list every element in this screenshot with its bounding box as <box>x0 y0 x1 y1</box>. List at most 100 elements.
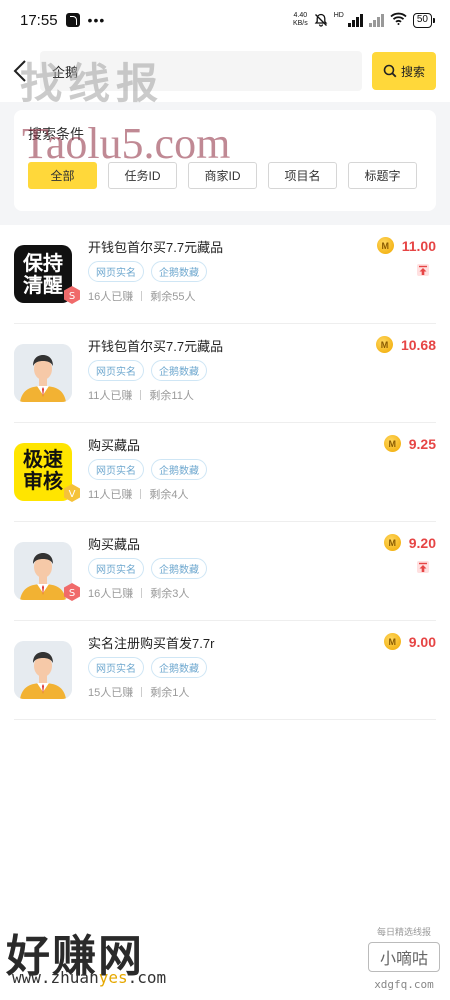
tag-real-name: 网页实名 <box>88 459 144 480</box>
search-header: 搜索 <box>0 40 450 102</box>
status-right: 4.40 KB/s HD 50 <box>293 12 436 29</box>
task-stats: 11人已赚 剩余11人 <box>88 387 436 403</box>
task-thumbnail-avatar <box>14 344 72 402</box>
task-remaining: 剩余55人 <box>150 291 196 303</box>
tiktok-icon <box>65 13 80 27</box>
task-stats: 11人已赚 剩余4人 <box>88 486 436 502</box>
stats-divider <box>141 687 143 697</box>
wm-url-mid: yes <box>98 968 128 987</box>
status-time: 17:55 <box>20 11 58 29</box>
badge-s-icon: S <box>62 285 82 305</box>
task-item[interactable]: 实名注册购买首发7.7r 网页实名 企鹅数藏 15人已赚 剩余1人 M 9.00 <box>14 621 436 720</box>
thumb-text-line1: 极速 <box>23 447 63 471</box>
pin-top-icon <box>416 560 430 574</box>
back-button[interactable] <box>10 56 30 86</box>
filter-chip-merchant-id[interactable]: 商家ID <box>188 162 257 189</box>
task-item[interactable]: 保持 清醒 开钱包首尔买7.7元藏品 网页实名 企鹅数藏 16人已赚 剩余55人… <box>14 225 436 324</box>
filter-chip-project-name[interactable]: 项目名 <box>268 162 337 189</box>
watermark-haozhuan: 好赚网 <box>6 932 144 981</box>
price-value: 9.25 <box>408 435 436 452</box>
coin-icon: M <box>383 435 401 452</box>
stats-divider <box>140 390 142 400</box>
task-tags: 网页实名 企鹅数藏 <box>88 459 436 480</box>
coin-icon: M <box>375 336 393 353</box>
search-input-wrap[interactable] <box>40 51 362 91</box>
task-item[interactable]: 购买藏品 网页实名 企鹅数藏 16人已赚 剩余3人 M 9.20 S <box>14 522 436 621</box>
watermark-xiaodigu: 每日精选线报 小嘀咕 xdgfq.com <box>368 925 440 991</box>
filter-chip-task-id[interactable]: 任务ID <box>108 162 177 189</box>
tag-penguin-collection: 企鹅数藏 <box>151 360 207 381</box>
task-list: 保持 清醒 开钱包首尔买7.7元藏品 网页实名 企鹅数藏 16人已赚 剩余55人… <box>0 225 450 720</box>
task-price: M 11.00 <box>376 237 436 254</box>
net-speed-value: 4.40 <box>293 12 308 19</box>
filter-chip-title-keyword[interactable]: 标题字 <box>348 162 417 189</box>
wm-dgfq-top: 每日精选线报 <box>376 927 431 937</box>
filter-chips: 全部 任务ID 商家ID 项目名 标题字 <box>28 162 422 189</box>
task-price: M 9.20 <box>383 534 436 551</box>
person-avatar-icon <box>14 641 72 699</box>
task-stats: 16人已赚 剩余3人 <box>88 585 436 601</box>
task-tags: 网页实名 企鹅数藏 <box>88 558 436 579</box>
task-tags: 网页实名 企鹅数藏 <box>88 261 436 282</box>
task-remaining: 剩余3人 <box>150 588 190 600</box>
tag-real-name: 网页实名 <box>88 261 144 282</box>
task-remaining: 剩余4人 <box>149 489 189 501</box>
task-item[interactable]: 开钱包首尔买7.7元藏品 网页实名 企鹅数藏 11人已赚 剩余11人 M 10.… <box>14 324 436 423</box>
search-input[interactable] <box>52 63 350 79</box>
watermark-zhuanyes-url: www.zhuanyes.com <box>12 968 166 987</box>
task-earned: 16人已赚 <box>88 588 134 600</box>
price-value: 9.00 <box>408 633 436 650</box>
task-item[interactable]: 极速 审核 购买藏品 网页实名 企鹅数藏 11人已赚 剩余4人 M 9.25 V <box>14 423 436 522</box>
badge-v-icon: V <box>62 483 82 503</box>
wm-url-pre: www.zhuan <box>12 968 99 987</box>
wm-dgfq-box: 小嘀咕 <box>368 942 440 972</box>
task-earned: 15人已赚 <box>88 687 134 699</box>
stats-divider <box>141 291 143 301</box>
search-button[interactable]: 搜索 <box>372 52 436 90</box>
tag-real-name: 网页实名 <box>88 360 144 381</box>
tag-real-name: 网页实名 <box>88 558 144 579</box>
tag-penguin-collection: 企鹅数藏 <box>151 261 207 282</box>
tag-real-name: 网页实名 <box>88 657 144 678</box>
net-speed: 4.40 KB/s <box>293 12 308 28</box>
task-remaining: 剩余11人 <box>149 390 194 402</box>
filter-chip-all[interactable]: 全部 <box>28 162 97 189</box>
tag-penguin-collection: 企鹅数藏 <box>151 657 207 678</box>
task-tags: 网页实名 企鹅数藏 <box>88 360 436 381</box>
task-price: M 10.68 <box>375 336 436 353</box>
task-price: M 9.25 <box>383 435 436 452</box>
filter-card: 搜索条件 全部 任务ID 商家ID 项目名 标题字 <box>14 110 436 211</box>
signal-icon <box>347 13 363 27</box>
stats-divider <box>141 588 143 598</box>
price-value: 9.20 <box>408 534 436 551</box>
task-tags: 网页实名 企鹅数藏 <box>88 657 436 678</box>
filter-title: 搜索条件 <box>28 126 84 142</box>
stats-divider <box>140 489 142 499</box>
person-avatar-icon <box>14 344 72 402</box>
pin-top-icon <box>416 263 430 277</box>
task-earned: 11人已赚 <box>88 489 133 501</box>
more-notifications-icon: ••• <box>87 12 106 28</box>
wm-url-post: .com <box>127 968 167 987</box>
coin-icon: M <box>383 633 401 650</box>
tag-penguin-collection: 企鹅数藏 <box>151 459 207 480</box>
task-remaining: 剩余1人 <box>150 687 190 699</box>
net-speed-unit: KB/s <box>292 20 308 27</box>
status-left: 17:55 ••• <box>20 12 105 29</box>
battery-icon: 50 <box>412 12 436 28</box>
svg-text:S: S <box>69 291 75 302</box>
svg-text:S: S <box>69 588 75 599</box>
price-value: 10.68 <box>400 336 436 353</box>
task-earned: 11人已赚 <box>88 390 133 402</box>
task-thumbnail-avatar <box>14 641 72 699</box>
tag-penguin-collection: 企鹅数藏 <box>151 558 207 579</box>
task-stats: 15人已赚 剩余1人 <box>88 684 436 700</box>
svg-text:V: V <box>69 489 76 500</box>
task-earned: 16人已赚 <box>88 291 134 303</box>
coin-icon: M <box>383 534 401 551</box>
search-icon <box>383 64 397 78</box>
price-value: 11.00 <box>401 237 436 254</box>
wifi-icon <box>390 12 407 29</box>
thumb-text-line1: 保持 <box>23 251 63 275</box>
filter-area: 搜索条件 全部 任务ID 商家ID 项目名 标题字 <box>0 102 450 225</box>
